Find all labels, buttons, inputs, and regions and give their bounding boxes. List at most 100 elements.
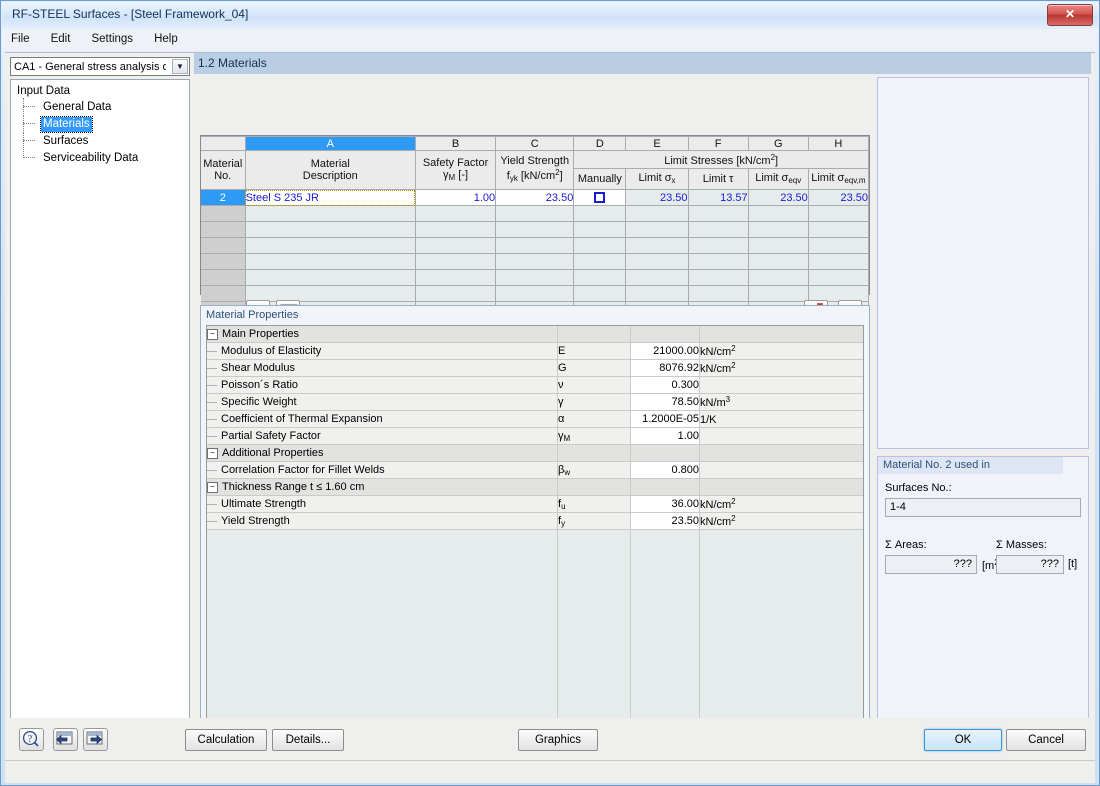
cell[interactable]: [808, 221, 870, 238]
cell[interactable]: [625, 269, 689, 286]
cell[interactable]: [245, 237, 416, 254]
cell[interactable]: [625, 253, 689, 270]
cell[interactable]: [625, 237, 689, 254]
cell[interactable]: [688, 253, 749, 270]
cell[interactable]: [495, 253, 575, 270]
cell[interactable]: [625, 205, 689, 222]
collapse-icon[interactable]: −: [207, 447, 218, 459]
property-row-ultimate-strength[interactable]: Ultimate Strength fu 36.00 kN/cm2: [207, 495, 863, 513]
property-value[interactable]: 36.00: [630, 495, 700, 513]
row-number[interactable]: [201, 269, 246, 286]
cell[interactable]: [573, 205, 627, 222]
previous-button[interactable]: [53, 728, 78, 751]
surfaces-value-field[interactable]: 1-4: [885, 498, 1081, 517]
cell[interactable]: [245, 285, 416, 302]
graphics-button[interactable]: Graphics: [518, 729, 598, 751]
property-row-yield-strength[interactable]: Yield Strength fy 23.50 kN/cm2: [207, 512, 863, 530]
cancel-button[interactable]: Cancel: [1006, 729, 1086, 751]
cell[interactable]: [748, 269, 809, 286]
column-letter-d[interactable]: D: [573, 136, 627, 151]
cell[interactable]: [748, 237, 809, 254]
graphic-preview-panel[interactable]: [877, 77, 1089, 449]
chevron-down-icon[interactable]: ▼: [172, 59, 188, 74]
cell[interactable]: [625, 285, 689, 302]
cell[interactable]: [688, 205, 749, 222]
subgroup-label-cell[interactable]: − Thickness Range t ≤ 1.60 cm: [207, 478, 558, 496]
cell[interactable]: [688, 221, 749, 238]
row-number[interactable]: [201, 237, 246, 254]
property-subgroup-thickness-range[interactable]: − Thickness Range t ≤ 1.60 cm: [207, 478, 863, 496]
table-row-empty[interactable]: [201, 221, 870, 238]
column-letter-g[interactable]: G: [748, 136, 809, 151]
row-number[interactable]: [201, 205, 246, 222]
property-row-specific-weight[interactable]: Specific Weight γ 78.50 kN/m3: [207, 393, 863, 411]
cell[interactable]: [573, 285, 627, 302]
table-row[interactable]: 2 Steel S 235 JR 1.00 23.50 23.50 13.57 …: [201, 189, 870, 206]
menu-item-edit[interactable]: Edit: [42, 29, 80, 49]
property-row-modulus-of-elasticity[interactable]: Modulus of Elasticity E 21000.00 kN/cm2: [207, 342, 863, 360]
cell[interactable]: [625, 221, 689, 238]
property-value[interactable]: 21000.00: [630, 342, 700, 360]
property-value[interactable]: 23.50: [630, 512, 700, 530]
cell[interactable]: [415, 205, 497, 222]
cell[interactable]: [573, 269, 627, 286]
cell[interactable]: [495, 205, 575, 222]
cell[interactable]: [415, 221, 497, 238]
property-row-coefficient-thermal-expansion[interactable]: Coefficient of Thermal Expansion α 1.200…: [207, 410, 863, 428]
cell[interactable]: [808, 205, 870, 222]
cell-limit-tau[interactable]: 13.57: [688, 189, 749, 206]
menu-item-settings[interactable]: Settings: [82, 29, 142, 49]
sidebar-item-general-data[interactable]: General Data: [15, 98, 189, 116]
table-row-empty[interactable]: [201, 237, 870, 254]
cell[interactable]: [808, 253, 870, 270]
cell[interactable]: [748, 285, 809, 302]
column-letter-h[interactable]: H: [808, 136, 870, 151]
group-label-cell[interactable]: − Additional Properties: [207, 444, 558, 462]
property-group-additional[interactable]: − Additional Properties: [207, 444, 863, 462]
cell[interactable]: [748, 205, 809, 222]
cell[interactable]: [808, 269, 870, 286]
row-number[interactable]: [201, 285, 246, 302]
cell[interactable]: [415, 285, 497, 302]
cell[interactable]: [573, 221, 627, 238]
row-number[interactable]: 2: [201, 189, 246, 206]
property-group-main[interactable]: − Main Properties: [207, 326, 863, 343]
sidebar-item-materials[interactable]: Materials: [15, 115, 189, 133]
collapse-icon[interactable]: −: [207, 481, 218, 493]
next-button[interactable]: [83, 728, 108, 751]
cell-material-description[interactable]: Steel S 235 JR: [245, 189, 416, 206]
sidebar-item-serviceability-data[interactable]: Serviceability Data: [15, 149, 189, 167]
checkbox-manually[interactable]: [594, 192, 606, 204]
cell[interactable]: [415, 269, 497, 286]
property-value[interactable]: 0.800: [630, 461, 700, 479]
cell[interactable]: [415, 253, 497, 270]
table-row-empty[interactable]: [201, 269, 870, 286]
case-selector-combo[interactable]: CA1 - General stress analysis of ▼: [10, 57, 190, 76]
cell[interactable]: [495, 221, 575, 238]
material-properties-table[interactable]: − Main Properties Modulus of Elasticity E…: [206, 325, 864, 743]
cell[interactable]: [573, 237, 627, 254]
cell[interactable]: [688, 269, 749, 286]
cell[interactable]: [808, 237, 870, 254]
menu-item-file[interactable]: File: [2, 29, 39, 49]
column-letter-c[interactable]: C: [495, 136, 575, 151]
property-row-poissons-ratio[interactable]: Poisson´s Ratio ν 0.300: [207, 376, 863, 394]
materials-grid[interactable]: A B C D E F G H Material No. Material De…: [200, 135, 870, 335]
property-value[interactable]: 8076.92: [630, 359, 700, 377]
column-letter-a[interactable]: A: [245, 136, 416, 151]
cell[interactable]: [245, 221, 416, 238]
group-label-cell[interactable]: − Main Properties: [207, 326, 558, 343]
cell[interactable]: [748, 221, 809, 238]
details-button[interactable]: Details...: [272, 729, 344, 751]
close-icon[interactable]: ✕: [1047, 4, 1093, 26]
property-row-shear-modulus[interactable]: Shear Modulus G 8076.92 kN/cm2: [207, 359, 863, 377]
column-letter-b[interactable]: B: [415, 136, 497, 151]
row-number[interactable]: [201, 221, 246, 238]
help-button[interactable]: ?: [19, 728, 44, 751]
menu-item-help[interactable]: Help: [145, 29, 187, 49]
cell[interactable]: [688, 237, 749, 254]
cell[interactable]: [495, 285, 575, 302]
property-value[interactable]: 0.300: [630, 376, 700, 394]
property-row-correlation-factor-fillet-welds[interactable]: Correlation Factor for Fillet Welds βw 0…: [207, 461, 863, 479]
row-number[interactable]: [201, 253, 246, 270]
